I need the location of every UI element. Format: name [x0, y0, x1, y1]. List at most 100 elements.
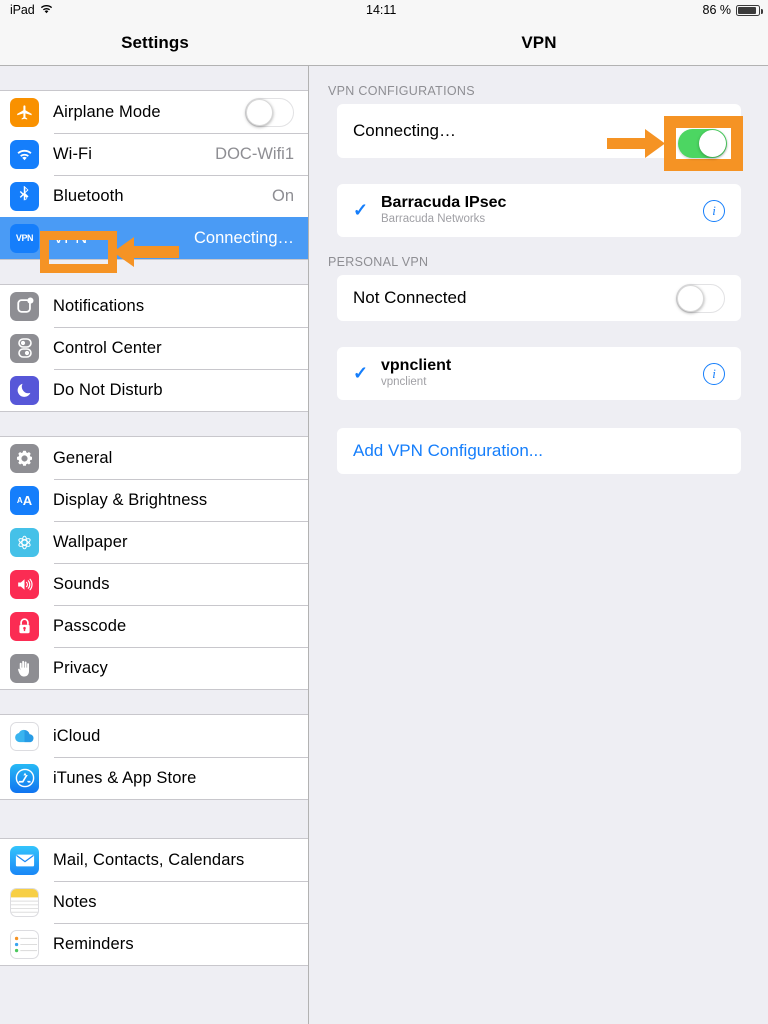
battery-icon	[736, 4, 763, 16]
vpn-config-name: Barracuda IPsec	[381, 193, 507, 211]
sidebar-item-label: Airplane Mode	[53, 102, 161, 121]
sidebar-item-label: iTunes & App Store	[53, 768, 197, 787]
airplane-icon	[10, 97, 39, 127]
sidebar-item-bluetooth[interactable]: Bluetooth On	[0, 175, 308, 217]
checkmark-icon: ✓	[353, 363, 369, 383]
sidebar-item-label: Wi-Fi	[53, 144, 92, 163]
page-title: Settings	[121, 32, 189, 52]
device-name: iPad	[10, 3, 35, 17]
sidebar-gap-1	[0, 260, 308, 284]
section-header-vpn-configurations: VPN CONFIGURATIONS	[328, 84, 475, 98]
sidebar-item-label: Mail, Contacts, Calendars	[53, 850, 245, 869]
notifications-icon	[10, 291, 39, 321]
sidebar-group-notifications: Notifications Control Center Do Not Dist…	[0, 284, 308, 412]
sidebar-item-label: Wallpaper	[53, 532, 128, 551]
settings-sidebar[interactable]: Airplane Mode Wi-Fi DOC-Wifi1 Bluetooth …	[0, 66, 309, 1024]
sidebar-item-reminders[interactable]: Reminders	[0, 923, 308, 965]
wifi-icon	[40, 3, 53, 17]
vpn-config-barracuda-card: ✓ Barracuda IPsec Barracuda Networks i	[337, 184, 741, 237]
sidebar-gap-2	[0, 412, 308, 436]
sidebar-group-accounts: iCloud iTunes & App Store	[0, 714, 308, 800]
sidebar-item-control-center[interactable]: Control Center	[0, 327, 308, 369]
gear-icon	[10, 443, 39, 473]
sidebar-group-connectivity: Airplane Mode Wi-Fi DOC-Wifi1 Bluetooth …	[0, 90, 308, 260]
detail-navbar: VPN	[310, 20, 768, 66]
sidebar-item-label: Bluetooth	[53, 186, 124, 205]
airplane-mode-toggle[interactable]	[245, 97, 294, 127]
sidebar-item-label: Privacy	[53, 658, 108, 677]
notes-icon	[10, 887, 39, 917]
sidebar-item-value: On	[271, 186, 294, 205]
add-vpn-configuration-card: Add VPN Configuration...	[337, 428, 741, 474]
info-icon[interactable]: i	[703, 199, 725, 222]
sidebar-item-wallpaper[interactable]: Wallpaper	[0, 521, 308, 563]
moon-icon	[10, 375, 39, 405]
sidebar-item-label: Sounds	[53, 574, 110, 593]
sidebar-top-gap	[0, 66, 308, 90]
status-bar-right: 86 %	[702, 3, 763, 17]
speaker-icon	[10, 569, 39, 599]
sidebar-group-system: General AA Display & Brightness Wallpape…	[0, 436, 308, 690]
sidebar-item-privacy[interactable]: Privacy	[0, 647, 308, 689]
vpn-config-row[interactable]: ✓ vpnclient vpnclient i	[337, 347, 741, 400]
sidebar-item-mail-contacts-calendars[interactable]: Mail, Contacts, Calendars	[0, 839, 308, 881]
sidebar-item-label: Control Center	[53, 338, 162, 357]
sidebar-item-sounds[interactable]: Sounds	[0, 563, 308, 605]
sidebar-item-value: Connecting…	[194, 228, 294, 247]
sidebar-gap-3	[0, 690, 308, 714]
vpn-config-vpnclient-card: ✓ vpnclient vpnclient i	[337, 347, 741, 400]
sidebar-item-itunes-app-store[interactable]: iTunes & App Store	[0, 757, 308, 799]
add-vpn-configuration-row[interactable]: Add VPN Configuration...	[337, 428, 741, 474]
info-icon[interactable]: i	[703, 362, 725, 385]
sidebar-item-label: Do Not Disturb	[53, 380, 163, 399]
sidebar-item-label: Reminders	[53, 934, 134, 953]
sidebar-item-value: DOC-Wifi1	[215, 144, 294, 163]
wallpaper-icon	[10, 527, 39, 557]
vpn-status-label: Connecting…	[353, 121, 457, 140]
reminders-icon	[10, 929, 39, 959]
sidebar-item-notes[interactable]: Notes	[0, 881, 308, 923]
sidebar-item-label: VPN	[53, 228, 88, 247]
sidebar-item-label: Passcode	[53, 616, 127, 635]
section-header-personal-vpn: PERSONAL VPN	[328, 255, 429, 269]
battery-percent: 86 %	[702, 3, 732, 17]
sidebar-item-general[interactable]: General	[0, 437, 308, 479]
sidebar-item-vpn[interactable]: VPN VPN Connecting…	[0, 217, 308, 259]
bluetooth-icon	[10, 181, 39, 211]
ipad-settings-screen: iPad 14:11 86 % Settings VPN Airplane Mo…	[0, 0, 768, 1024]
vpn-config-subtitle: Barracuda Networks	[381, 213, 486, 226]
sidebar-item-airplane-mode[interactable]: Airplane Mode	[0, 91, 308, 133]
personal-vpn-status-label: Not Connected	[353, 288, 467, 307]
personal-vpn-toggle[interactable]	[676, 283, 725, 313]
sidebar-item-label: Notifications	[53, 296, 145, 315]
sidebar-item-display-brightness[interactable]: AA Display & Brightness	[0, 479, 308, 521]
sidebar-gap-4	[0, 800, 308, 838]
hand-icon	[10, 653, 39, 683]
icloud-icon	[10, 721, 39, 751]
app-store-icon	[10, 763, 39, 793]
vpn-icon: VPN	[10, 223, 39, 253]
personal-vpn-status-card: Not Connected	[337, 275, 741, 321]
sidebar-item-wifi[interactable]: Wi-Fi DOC-Wifi1	[0, 133, 308, 175]
control-center-icon	[10, 333, 39, 363]
status-bar: iPad 14:11 86 %	[0, 0, 768, 20]
wifi-icon	[10, 139, 39, 169]
sidebar-item-icloud[interactable]: iCloud	[0, 715, 308, 757]
sidebar-navbar: Settings	[0, 20, 310, 66]
detail-title: VPN	[521, 32, 557, 52]
sidebar-item-do-not-disturb[interactable]: Do Not Disturb	[0, 369, 308, 411]
vpn-config-name: vpnclient	[381, 356, 452, 374]
sidebar-item-label: iCloud	[53, 726, 101, 745]
display-brightness-icon: AA	[10, 485, 39, 515]
sidebar-item-notifications[interactable]: Notifications	[0, 285, 308, 327]
sidebar-item-label: Display & Brightness	[53, 490, 208, 509]
sidebar-item-passcode[interactable]: Passcode	[0, 605, 308, 647]
vpn-config-row[interactable]: ✓ Barracuda IPsec Barracuda Networks i	[337, 184, 741, 237]
lock-icon	[10, 611, 39, 641]
add-vpn-configuration-label: Add VPN Configuration...	[353, 441, 543, 460]
mail-icon	[10, 845, 39, 875]
vpn-config-subtitle: vpnclient	[381, 376, 427, 389]
sidebar-group-apps: Mail, Contacts, Calendars Notes Reminder…	[0, 838, 308, 966]
vpn-toggle-green[interactable]	[678, 129, 727, 158]
personal-vpn-status-row[interactable]: Not Connected	[337, 275, 741, 321]
